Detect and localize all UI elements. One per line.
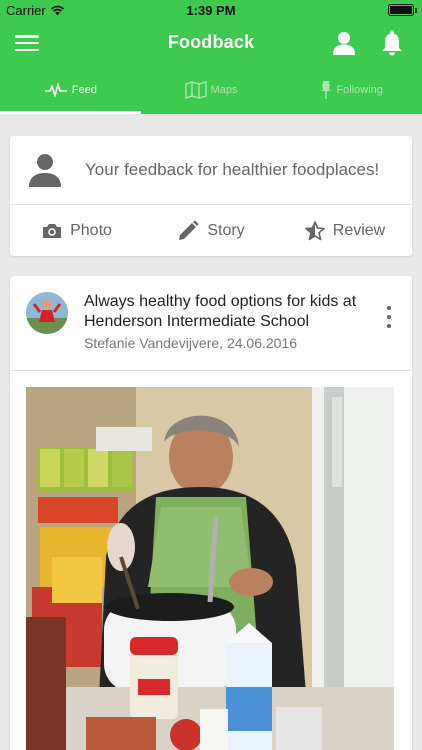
review-button[interactable]: Review <box>278 205 412 256</box>
map-icon <box>184 81 207 99</box>
feedback-prompt-button[interactable]: Your feedback for healthier foodplaces! <box>10 136 412 205</box>
post-header: Always healthy food options for kids at … <box>10 276 412 371</box>
feedback-composer-card: Your feedback for healthier foodplaces! … <box>10 136 412 256</box>
camera-icon <box>43 223 62 238</box>
author-avatar[interactable] <box>26 292 68 334</box>
clock: 1:39 PM <box>186 3 236 18</box>
photo-button[interactable]: Photo <box>10 205 144 256</box>
heartbeat-icon <box>44 83 67 97</box>
more-options-icon[interactable] <box>384 306 394 328</box>
tab-bar: Feed Maps Following <box>0 66 422 114</box>
tab-maps-label: Maps <box>210 84 238 96</box>
pencil-icon <box>179 220 199 240</box>
post-photo[interactable] <box>26 387 394 750</box>
composer-actions: Photo Story Review <box>10 205 412 256</box>
story-button-label: Story <box>207 221 245 239</box>
user-avatar-placeholder-icon <box>29 154 61 187</box>
tab-feed[interactable]: Feed <box>0 66 141 114</box>
star-icon <box>304 220 325 240</box>
story-button[interactable]: Story <box>144 205 278 256</box>
hamburger-menu-icon[interactable] <box>14 32 40 54</box>
post-title[interactable]: Always healthy food options for kids at … <box>84 292 374 332</box>
post-author-date: Stefanie Vandevijvere, 24.06.2016 <box>84 335 298 351</box>
app-title: Foodback <box>167 32 255 52</box>
tab-following[interactable]: Following <box>281 66 422 114</box>
photo-button-label: Photo <box>70 221 112 239</box>
feed-post-card: Always healthy food options for kids at … <box>10 276 412 750</box>
app-header: Foodback <box>0 20 422 66</box>
pin-icon <box>321 81 332 99</box>
tab-following-label: Following <box>336 84 383 96</box>
tab-maps[interactable]: Maps <box>141 66 282 114</box>
user-profile-icon[interactable] <box>330 29 358 57</box>
battery-icon <box>388 4 417 16</box>
tab-feed-label: Feed <box>71 84 97 96</box>
review-button-label: Review <box>332 221 386 239</box>
notifications-bell-icon[interactable] <box>378 29 406 57</box>
status-bar: Carrier 1:39 PM <box>0 0 422 20</box>
feedback-prompt-text: Your feedback for healthier foodplaces! <box>85 160 380 179</box>
